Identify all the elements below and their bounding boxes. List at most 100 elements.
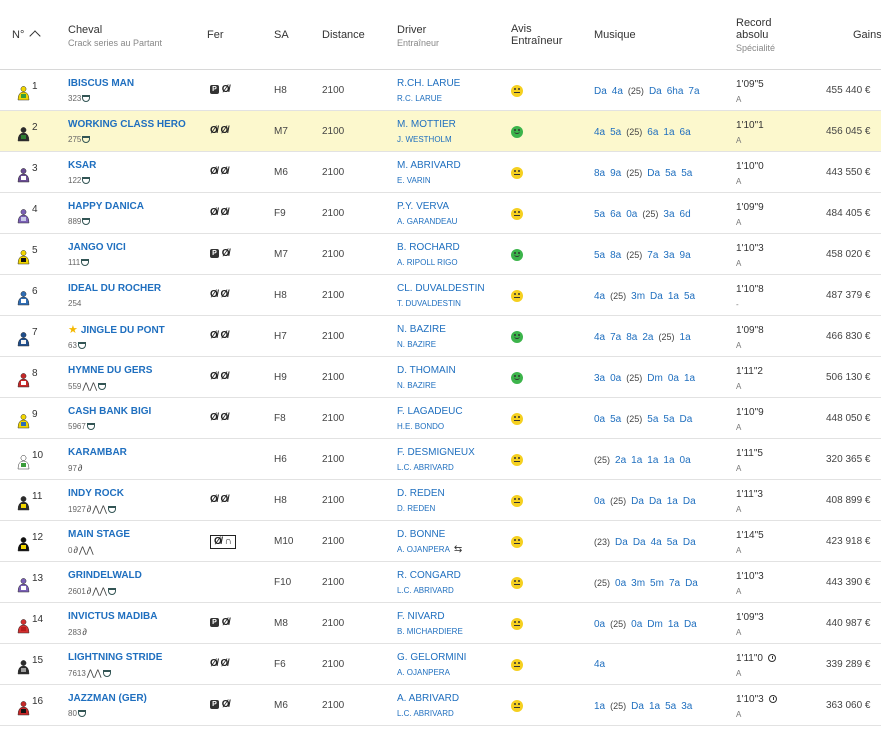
trainer-name-link[interactable]: R.C. LARUE bbox=[397, 93, 460, 105]
trainer-name-link[interactable]: E. VARIN bbox=[397, 175, 461, 187]
musique-result[interactable]: 5a bbox=[663, 414, 674, 425]
horse-name-link[interactable]: JINGLE DU PONT bbox=[81, 325, 165, 336]
trainer-name-link[interactable]: B. MICHARDIERE bbox=[397, 626, 463, 638]
musique-result[interactable]: 1a bbox=[684, 373, 695, 384]
musique-result[interactable]: 5a bbox=[594, 209, 605, 220]
table-row[interactable]: 8 HYMNE DU GERS 559⋀⋀ Ø̸ Ø̸ H9 2100 D. THOMAIN… bbox=[0, 357, 881, 398]
table-row[interactable]: 6 IDEAL DU ROCHER 254 Ø̸ Ø̸ H8 2100 CL. DUVALD… bbox=[0, 275, 881, 316]
musique-result[interactable]: Da bbox=[647, 168, 660, 179]
table-row[interactable]: 2 WORKING CLASS HERO 275 Ø̸ Ø̸ M7 2100 M. MOTT… bbox=[0, 111, 881, 152]
trainer-name-link[interactable]: L.C. ABRIVARD bbox=[397, 708, 459, 720]
musique-result[interactable]: 5a bbox=[594, 250, 605, 261]
driver-name-link[interactable]: M. MOTTIER bbox=[397, 119, 456, 130]
musique-result[interactable]: 7a bbox=[647, 250, 658, 261]
musique-result[interactable]: 0a bbox=[594, 619, 605, 630]
musique-result[interactable]: 5a bbox=[665, 168, 676, 179]
header-driver[interactable]: Driver Entraîneur bbox=[397, 24, 439, 49]
driver-name-link[interactable]: P.Y. VERVA bbox=[397, 201, 449, 212]
musique-result[interactable]: 0a bbox=[615, 578, 626, 589]
musique-result[interactable]: 5a bbox=[684, 291, 695, 302]
driver-name-link[interactable]: F. DESMIGNEUX bbox=[397, 447, 475, 458]
musique-result[interactable]: 6ha bbox=[667, 86, 684, 97]
musique-result[interactable]: 5a bbox=[681, 168, 692, 179]
musique-result[interactable]: 6a bbox=[610, 209, 621, 220]
horse-name-link[interactable]: JAZZMAN (GER) bbox=[68, 693, 147, 704]
musique-result[interactable]: 5a bbox=[610, 127, 621, 138]
trainer-name-link[interactable]: A. OJANPERA bbox=[397, 667, 466, 679]
horse-name-link[interactable]: INDY ROCK bbox=[68, 488, 124, 499]
musique-result[interactable]: 3a bbox=[681, 701, 692, 712]
musique-result[interactable]: Da bbox=[649, 86, 662, 97]
musique-result[interactable]: 7a bbox=[669, 578, 680, 589]
musique-result[interactable]: Da bbox=[680, 414, 693, 425]
musique-result[interactable]: 2a bbox=[642, 332, 653, 343]
table-row[interactable]: 13 GRINDELWALD 2601∂⋀⋀ F10 2100 R. CONGARD L.C… bbox=[0, 562, 881, 603]
musique-result[interactable]: 1a bbox=[663, 127, 674, 138]
musique-result[interactable]: 3m bbox=[631, 291, 645, 302]
header-gains[interactable]: Gains bbox=[853, 29, 881, 41]
musique-result[interactable]: Da bbox=[594, 86, 607, 97]
trainer-name-link[interactable]: T. DUVALDESTIN bbox=[397, 298, 485, 310]
driver-name-link[interactable]: D. REDEN bbox=[397, 488, 445, 499]
trainer-name-link[interactable]: J. WESTHOLM bbox=[397, 134, 456, 146]
musique-result[interactable]: Dm bbox=[647, 619, 663, 630]
musique-result[interactable]: Da bbox=[631, 496, 644, 507]
horse-name-link[interactable]: WORKING CLASS HERO bbox=[68, 119, 186, 130]
header-num[interactable]: N° bbox=[12, 29, 42, 42]
driver-name-link[interactable]: M. ABRIVARD bbox=[397, 160, 461, 171]
trainer-name-link[interactable]: A. OJANPERA ⇆ bbox=[397, 544, 462, 556]
horse-name-link[interactable]: HAPPY DANICA bbox=[68, 201, 144, 212]
table-row[interactable]: 15 LIGHTNING STRIDE 7613⋀⋀ Ø̸ Ø̸ F6 2100 G. GE… bbox=[0, 644, 881, 685]
musique-result[interactable]: 1a bbox=[667, 496, 678, 507]
horse-name-link[interactable]: HYMNE DU GERS bbox=[68, 365, 152, 376]
sort-ascending-icon[interactable] bbox=[29, 30, 42, 42]
horse-name-link[interactable]: KARAMBAR bbox=[68, 447, 127, 458]
driver-name-link[interactable]: D. THOMAIN bbox=[397, 365, 456, 376]
table-row[interactable]: 10 KARAMBAR 97∂ H6 2100 F. DESMIGNEUX L.C. ABR… bbox=[0, 439, 881, 480]
musique-result[interactable]: 5a bbox=[647, 414, 658, 425]
musique-result[interactable]: 4a bbox=[594, 332, 605, 343]
header-cheval[interactable]: Cheval Crack series au Partant bbox=[68, 24, 162, 49]
musique-result[interactable]: 0a bbox=[594, 496, 605, 507]
driver-name-link[interactable]: CL. DUVALDESTIN bbox=[397, 283, 485, 294]
musique-result[interactable]: 1a bbox=[631, 455, 642, 466]
musique-result[interactable]: Da bbox=[615, 537, 628, 548]
musique-result[interactable]: 3m bbox=[631, 578, 645, 589]
musique-result[interactable]: 4a bbox=[594, 127, 605, 138]
musique-result[interactable]: 7a bbox=[610, 332, 621, 343]
musique-result[interactable]: 1a bbox=[649, 701, 660, 712]
musique-result[interactable]: 5a bbox=[665, 701, 676, 712]
trainer-name-link[interactable]: A. RIPOLL RIGO bbox=[397, 257, 460, 269]
musique-result[interactable]: 3a bbox=[663, 250, 674, 261]
musique-result[interactable]: 4a bbox=[594, 659, 605, 670]
driver-name-link[interactable]: F. NIVARD bbox=[397, 611, 445, 622]
musique-result[interactable]: 0a bbox=[680, 455, 691, 466]
header-musique[interactable]: Musique bbox=[594, 29, 636, 41]
musique-result[interactable]: 0a bbox=[594, 414, 605, 425]
trainer-name-link[interactable]: N. BAZIRE bbox=[397, 339, 446, 351]
musique-result[interactable]: 1a bbox=[668, 619, 679, 630]
musique-result[interactable]: Dm bbox=[647, 373, 663, 384]
trainer-name-link[interactable]: A. GARANDEAU bbox=[397, 216, 457, 228]
musique-result[interactable]: 4a bbox=[612, 86, 623, 97]
driver-name-link[interactable]: R.CH. LARUE bbox=[397, 78, 460, 89]
table-row[interactable]: 12 MAIN STAGE 0∂⋀⋀ Ø̸ ∩ M10 2100 D. BONNE A. OJ… bbox=[0, 521, 881, 562]
header-fer[interactable]: Fer bbox=[207, 29, 224, 41]
table-row[interactable]: 5 JANGO VICI 111 P Ø̸ M7 2100 B. ROCHARD A. RIP… bbox=[0, 234, 881, 275]
musique-result[interactable]: 0a bbox=[668, 373, 679, 384]
horse-name-link[interactable]: GRINDELWALD bbox=[68, 570, 142, 581]
horse-name-link[interactable]: KSAR bbox=[68, 160, 96, 171]
musique-result[interactable]: 1a bbox=[668, 291, 679, 302]
trainer-name-link[interactable]: D. REDEN bbox=[397, 503, 445, 515]
musique-result[interactable]: 2a bbox=[615, 455, 626, 466]
musique-result[interactable]: 8a bbox=[610, 250, 621, 261]
trainer-name-link[interactable]: H.E. BONDO bbox=[397, 421, 463, 433]
table-row[interactable]: 1 IBISCUS MAN 323 P Ø̸ H8 2100 R.CH. LARUE R.C.… bbox=[0, 70, 881, 111]
musique-result[interactable]: 4a bbox=[594, 291, 605, 302]
musique-result[interactable]: 9a bbox=[680, 250, 691, 261]
musique-result[interactable]: 1a bbox=[680, 332, 691, 343]
musique-result[interactable]: 6a bbox=[647, 127, 658, 138]
musique-result[interactable]: 6d bbox=[680, 209, 691, 220]
musique-result[interactable]: 1a bbox=[663, 455, 674, 466]
header-sa[interactable]: SA bbox=[274, 29, 289, 41]
